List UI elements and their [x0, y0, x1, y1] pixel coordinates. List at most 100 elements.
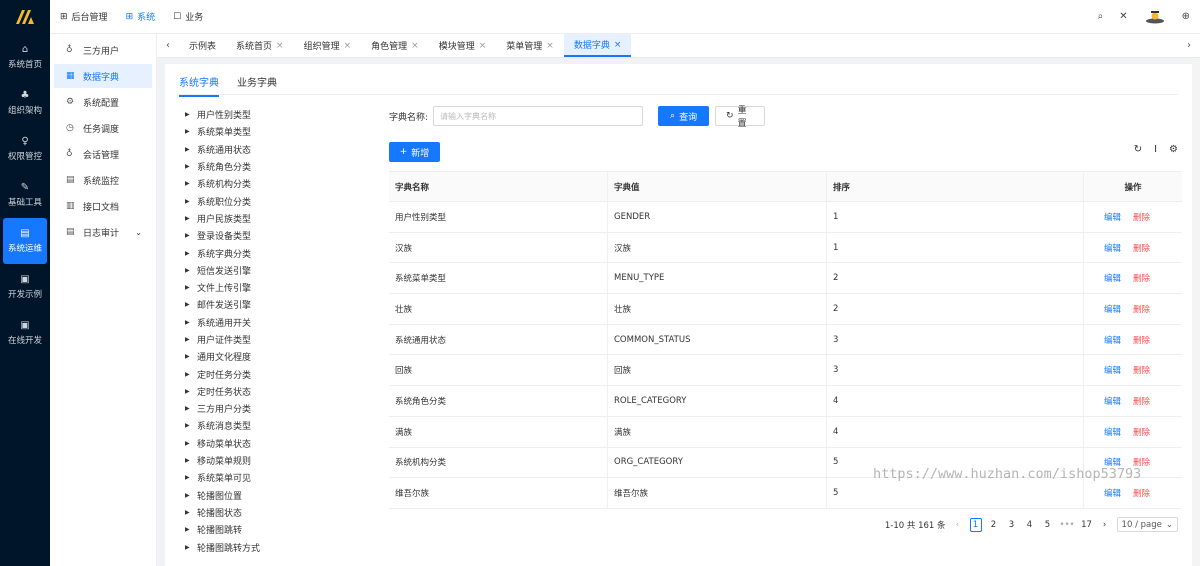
close-icon[interactable]: × — [546, 41, 554, 51]
reset-button[interactable]: ↻ 重置 — [715, 106, 766, 129]
caret-right-icon[interactable]: ▶ — [185, 180, 197, 187]
edit-link[interactable]: 编辑 — [1104, 334, 1121, 346]
tree-node[interactable]: ▶ 用户性别类型 — [185, 106, 365, 123]
prev-page-button[interactable]: ‹ — [952, 518, 964, 532]
caret-right-icon[interactable]: ▶ — [185, 215, 197, 222]
close-icon[interactable]: × — [411, 41, 419, 51]
tree-node[interactable]: ▶ 系统字典分类 — [185, 244, 365, 261]
tree-node[interactable]: ▶ 系统菜单类型 — [185, 123, 365, 140]
caret-right-icon[interactable]: ▶ — [185, 232, 197, 239]
caret-right-icon[interactable]: ▶ — [185, 301, 197, 308]
dict-name-input[interactable] — [433, 106, 644, 126]
caret-right-icon[interactable]: ▶ — [185, 336, 197, 343]
page-number[interactable]: 2 — [988, 518, 1000, 532]
tree-node[interactable]: ▶ 三方用户分类 — [185, 400, 365, 417]
caret-right-icon[interactable]: ▶ — [185, 371, 197, 378]
avatar[interactable] — [1144, 9, 1166, 25]
page-tab[interactable]: 系统首页 × — [226, 34, 294, 57]
page-tab[interactable]: 角色管理 × — [361, 34, 429, 57]
tree-node[interactable]: ▶ 定时任务状态 — [185, 383, 365, 400]
delete-link[interactable]: 删除 — [1133, 334, 1150, 346]
top-nav-item[interactable]: ☐ 业务 — [173, 10, 203, 24]
caret-right-icon[interactable]: ▶ — [185, 267, 197, 274]
caret-right-icon[interactable]: ▶ — [185, 146, 197, 153]
tree-node[interactable]: ▶ 轮播图位置 — [185, 487, 365, 504]
submenu-item[interactable]: ▦ 数据字典 — [54, 64, 152, 88]
tabs-scroll-right[interactable]: › — [1178, 34, 1200, 57]
rail-item[interactable]: ♀ 权限管控 — [0, 126, 50, 172]
tree-node[interactable]: ▶ 通用文化程度 — [185, 348, 365, 365]
tree-node[interactable]: ▶ 系统菜单可见 — [185, 469, 365, 486]
submenu-item[interactable]: ♁ 会话管理 — [54, 142, 152, 166]
page-tab[interactable]: 组织管理 × — [294, 34, 362, 57]
caret-right-icon[interactable]: ▶ — [185, 163, 197, 170]
rail-item[interactable]: ⌂ 系统首页 — [0, 34, 50, 80]
submenu-item[interactable]: ▤ 系统监控 — [54, 168, 152, 192]
edit-link[interactable]: 编辑 — [1104, 364, 1121, 376]
delete-link[interactable]: 删除 — [1133, 303, 1150, 315]
close-icon[interactable]: × — [479, 41, 487, 51]
app-logo[interactable] — [0, 0, 50, 34]
delete-link[interactable]: 删除 — [1133, 242, 1150, 254]
delete-link[interactable]: 删除 — [1133, 364, 1150, 376]
delete-link[interactable]: 删除 — [1133, 272, 1150, 284]
page-tab[interactable]: 菜单管理 × — [496, 34, 564, 57]
next-page-button[interactable]: › — [1099, 518, 1111, 532]
submenu-item[interactable]: ▤ 日志审计 ⌄ — [54, 220, 152, 244]
caret-right-icon[interactable]: ▶ — [185, 111, 197, 118]
edit-link[interactable]: 编辑 — [1104, 426, 1121, 438]
rail-item[interactable]: ♣ 组织架构 — [0, 80, 50, 126]
rail-item[interactable]: ✎ 基础工具 — [0, 172, 50, 218]
page-number[interactable]: 5 — [1042, 518, 1054, 532]
caret-right-icon[interactable]: ▶ — [185, 353, 197, 360]
page-tab[interactable]: 示例表 — [179, 34, 226, 57]
language-icon[interactable]: ⊕ — [1182, 11, 1190, 22]
page-size-select[interactable]: 10 / page ⌄ — [1116, 517, 1178, 532]
tree-node[interactable]: ▶ 登录设备类型 — [185, 227, 365, 244]
rail-item[interactable]: ▣ 在线开发 — [0, 310, 50, 356]
top-nav-item[interactable]: ⊞ 系统 — [126, 10, 156, 24]
tree-node[interactable]: ▶ 系统通用开关 — [185, 314, 365, 331]
tree-node[interactable]: ▶ 轮播图跳转 — [185, 521, 365, 538]
caret-right-icon[interactable]: ▶ — [185, 422, 197, 429]
caret-right-icon[interactable]: ▶ — [185, 388, 197, 395]
tree-node[interactable]: ▶ 移动菜单规则 — [185, 452, 365, 469]
tree-node[interactable]: ▶ 用户民族类型 — [185, 210, 365, 227]
delete-link[interactable]: 删除 — [1133, 211, 1150, 223]
tabs-scroll-left[interactable]: ‹ — [157, 34, 179, 57]
caret-right-icon[interactable]: ▶ — [185, 526, 197, 533]
close-icon[interactable]: × — [344, 41, 352, 51]
caret-right-icon[interactable]: ▶ — [185, 284, 197, 291]
caret-right-icon[interactable]: ▶ — [185, 474, 197, 481]
submenu-item[interactable]: ♁ 三方用户 — [54, 38, 152, 62]
search-icon[interactable]: ⌕ — [1098, 11, 1104, 22]
tree-node[interactable]: ▶ 移动菜单状态 — [185, 435, 365, 452]
edit-link[interactable]: 编辑 — [1104, 272, 1121, 284]
chevron-down-icon[interactable]: ⌄ — [135, 228, 142, 237]
tree-node[interactable]: ▶ 系统机构分类 — [185, 175, 365, 192]
edit-link[interactable]: 编辑 — [1104, 487, 1121, 499]
refresh-icon[interactable]: ↻ — [1134, 144, 1142, 155]
delete-link[interactable]: 删除 — [1133, 395, 1150, 407]
submenu-item[interactable]: ▥ 接口文档 — [54, 194, 152, 218]
caret-right-icon[interactable]: ▶ — [185, 319, 197, 326]
tree-node[interactable]: ▶ 轮播图状态 — [185, 504, 365, 521]
tree-node[interactable]: ▶ 系统职位分类 — [185, 192, 365, 209]
add-button[interactable]: + 新增 — [389, 142, 440, 162]
edit-link[interactable]: 编辑 — [1104, 242, 1121, 254]
submenu-item[interactable]: ◷ 任务调度 — [54, 116, 152, 140]
settings-icon[interactable]: ⚙ — [1169, 144, 1178, 155]
tree-node[interactable]: ▶ 短信发送引擎 — [185, 262, 365, 279]
caret-right-icon[interactable]: ▶ — [185, 440, 197, 447]
query-button[interactable]: ⌕ 查询 — [658, 106, 710, 126]
close-icon[interactable]: × — [614, 40, 622, 50]
caret-right-icon[interactable]: ▶ — [185, 250, 197, 257]
caret-right-icon[interactable]: ▶ — [185, 405, 197, 412]
caret-right-icon[interactable]: ▶ — [185, 198, 197, 205]
tree-node[interactable]: ▶ 轮播图跳转方式 — [185, 538, 365, 555]
page-tab[interactable]: 模块管理 × — [429, 34, 497, 57]
page-number[interactable]: 17 — [1081, 518, 1093, 532]
page-ellipsis[interactable]: ••• — [1060, 518, 1075, 532]
page-number[interactable]: 3 — [1006, 518, 1018, 532]
tree-node[interactable]: ▶ 系统角色分类 — [185, 158, 365, 175]
